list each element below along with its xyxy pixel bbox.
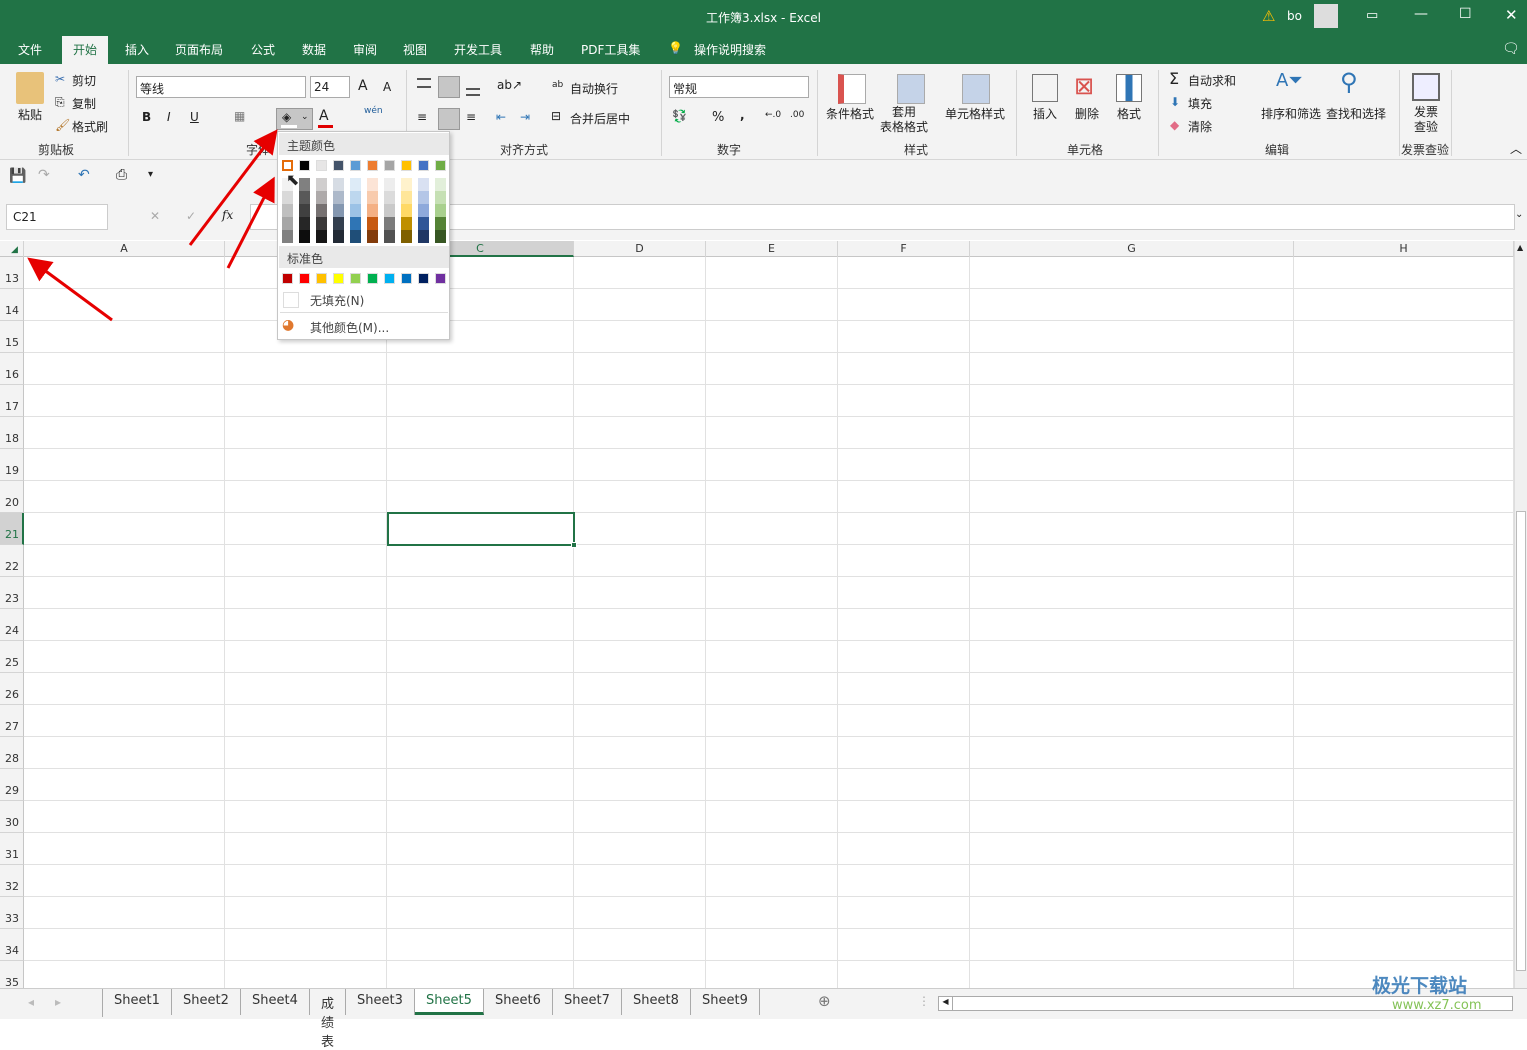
annotation-arrows [27,129,278,322]
arrow-to-select-all [27,257,113,322]
arrow-to-fill-button [188,129,278,246]
arrow-to-white-swatch [226,176,275,269]
